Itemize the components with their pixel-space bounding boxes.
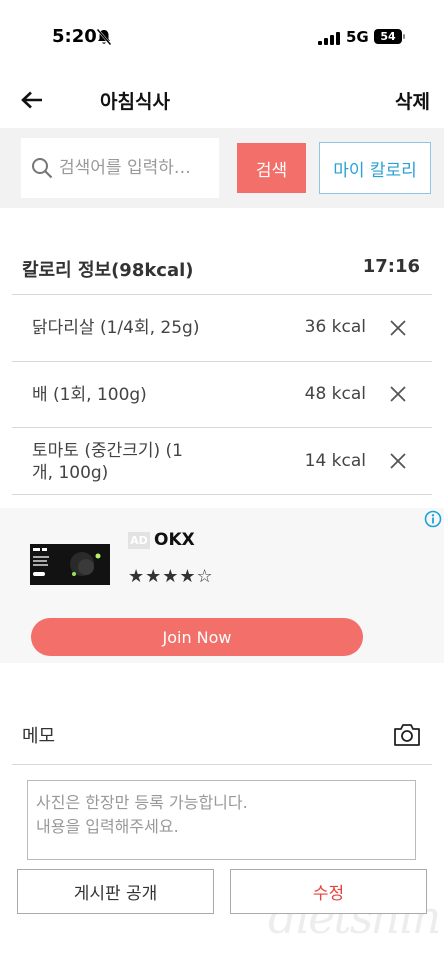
edit-button[interactable]: 수정 (230, 869, 427, 914)
signal-icon (318, 30, 340, 49)
status-time: 5:20 (52, 26, 97, 47)
food-name: 닭다리살 (1/4회, 25g) (32, 318, 200, 338)
arrow-left-icon (21, 91, 42, 109)
search-box[interactable] (21, 138, 219, 198)
search-icon (32, 158, 53, 179)
header: 아침식사 삭제 (0, 72, 444, 128)
food-name-line: 개, 100g) (32, 463, 109, 483)
food-name: 토마토 (중간크기) (1 개, 100g) (32, 440, 183, 484)
ad-image[interactable] (30, 544, 110, 585)
close-icon[interactable] (388, 384, 408, 404)
food-name: 배 (1회, 100g) (32, 385, 147, 405)
calorie-info-header: 칼로리 정보(98kcal) 17:16 (22, 240, 420, 290)
food-item: 토마토 (중간크기) (1 개, 100g) 14 kcal (12, 428, 432, 494)
ad-name: OKX (154, 530, 195, 550)
food-name-line: 토마토 (중간크기) (1 (32, 441, 184, 461)
close-icon[interactable] (388, 318, 408, 338)
calorie-info-title: 칼로리 정보(98kcal) (22, 260, 194, 281)
publish-to-board-button[interactable]: 게시판 공개 (17, 869, 214, 914)
food-item: 닭다리살 (1/4회, 25g) 36 kcal (12, 295, 432, 361)
ad-rating-stars: ★★★★☆ (128, 566, 214, 587)
camera-icon (394, 724, 420, 746)
delete-button[interactable]: 삭제 (395, 87, 430, 114)
bell-muted-icon (96, 28, 112, 50)
food-kcal: 14 kcal (304, 451, 366, 471)
network-label: 5G (346, 28, 369, 46)
battery-icon: 54 (374, 29, 402, 44)
search-button[interactable]: 검색 (237, 143, 306, 193)
meal-time: 17:16 (362, 256, 420, 277)
food-item: 배 (1회, 100g) 48 kcal (12, 362, 432, 428)
search-input[interactable] (59, 158, 209, 178)
ad-badge: AD (128, 532, 150, 549)
back-button[interactable] (18, 86, 46, 114)
food-kcal: 48 kcal (304, 384, 366, 404)
divider (12, 764, 432, 765)
join-now-button[interactable]: Join Now (31, 618, 363, 656)
battery-tip (403, 34, 405, 39)
search-area: 검색 마이 칼로리 (0, 128, 444, 208)
memo-textarea[interactable] (27, 780, 416, 860)
divider (12, 494, 432, 495)
ad-banner[interactable]: AD OKX ★★★★☆ Join Now (0, 508, 444, 663)
bottom-bar: dietshin.com 게시판 공개 수정 (0, 860, 444, 960)
close-icon[interactable] (388, 451, 408, 471)
camera-button[interactable] (392, 720, 422, 750)
status-bar: 5:20 5G 54 (0, 0, 444, 72)
food-kcal: 36 kcal (304, 317, 366, 337)
memo-label: 메모 (22, 726, 56, 747)
page-title: 아침식사 (100, 91, 170, 113)
info-icon[interactable] (424, 510, 442, 528)
my-calorie-button[interactable]: 마이 칼로리 (319, 142, 431, 194)
